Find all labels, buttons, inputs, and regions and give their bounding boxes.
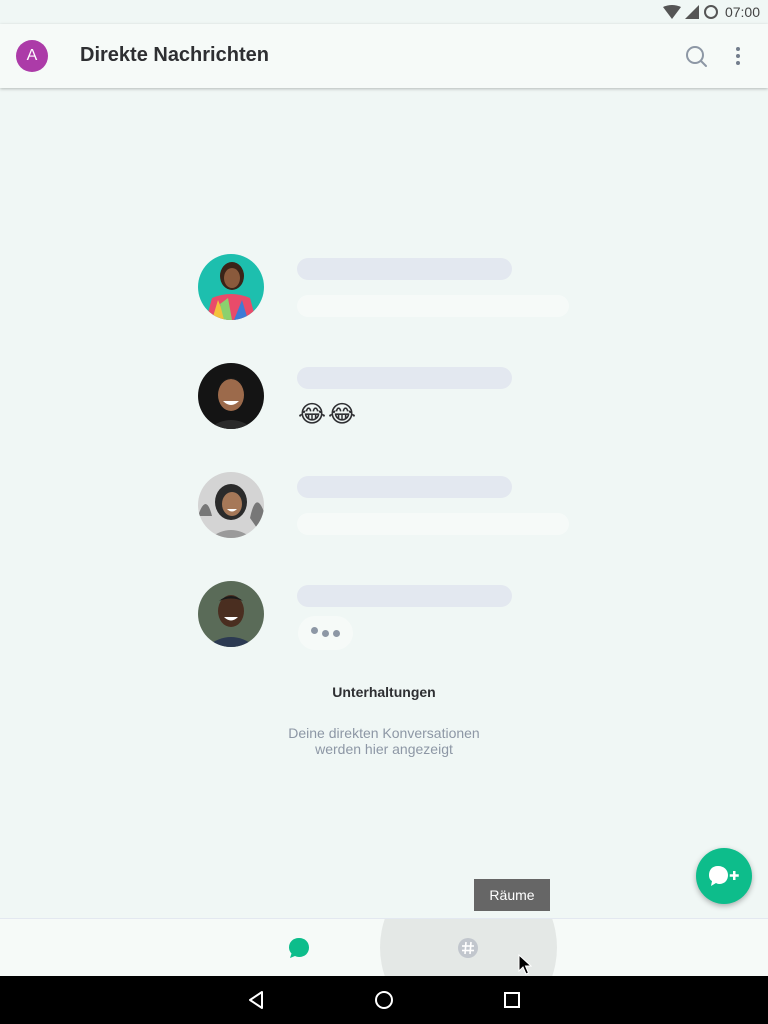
placeholder-name xyxy=(297,258,512,280)
woman-avatar-smiling xyxy=(198,472,264,538)
search-button[interactable] xyxy=(682,42,710,70)
emoji-message: 😂 😂 xyxy=(298,400,356,430)
typing-indicator xyxy=(298,616,353,650)
placeholder-message xyxy=(297,295,569,317)
emoji: 😂 xyxy=(328,401,357,428)
rooms-tooltip: Räume xyxy=(474,879,550,911)
placeholder-name xyxy=(297,585,512,607)
new-chat-icon xyxy=(709,866,739,886)
wifi-icon xyxy=(662,5,681,19)
page-title: Direkte Nachrichten xyxy=(80,44,269,66)
status-icons: 07:00 xyxy=(662,3,760,21)
chat-bubble-icon xyxy=(289,938,309,958)
tab-rooms[interactable] xyxy=(456,936,480,960)
man-avatar-laughing xyxy=(198,363,264,429)
tab-direct-messages[interactable] xyxy=(287,936,311,960)
more-options-button[interactable] xyxy=(724,42,752,70)
status-time: 07:00 xyxy=(724,4,760,20)
more-vert-icon xyxy=(736,47,740,65)
placeholder-name xyxy=(297,476,512,498)
bottom-navigation xyxy=(0,918,768,976)
new-chat-button[interactable] xyxy=(696,848,752,904)
placeholder-message xyxy=(297,513,569,535)
home-icon[interactable] xyxy=(372,988,396,1012)
system-navigation-bar xyxy=(0,976,768,1024)
search-icon xyxy=(686,46,707,67)
placeholder-name xyxy=(297,367,512,389)
mouse-cursor-icon xyxy=(518,954,532,975)
hash-icon xyxy=(458,938,478,958)
user-avatar[interactable]: A xyxy=(16,40,48,72)
status-bar: 07:00 xyxy=(0,0,768,24)
man-avatar-smiling xyxy=(198,581,264,647)
empty-state-description: Deine direkten Konversationen werden hie… xyxy=(288,725,480,757)
woman-avatar-colorful xyxy=(198,254,264,320)
emoji: 😂 xyxy=(298,401,327,428)
battery-icon xyxy=(703,5,718,19)
app-bar: A Direkte Nachrichten xyxy=(0,24,768,88)
recents-icon[interactable] xyxy=(500,988,524,1012)
back-icon[interactable] xyxy=(244,988,268,1012)
empty-state-title: Unterhaltungen xyxy=(332,684,436,700)
signal-icon xyxy=(684,5,699,19)
